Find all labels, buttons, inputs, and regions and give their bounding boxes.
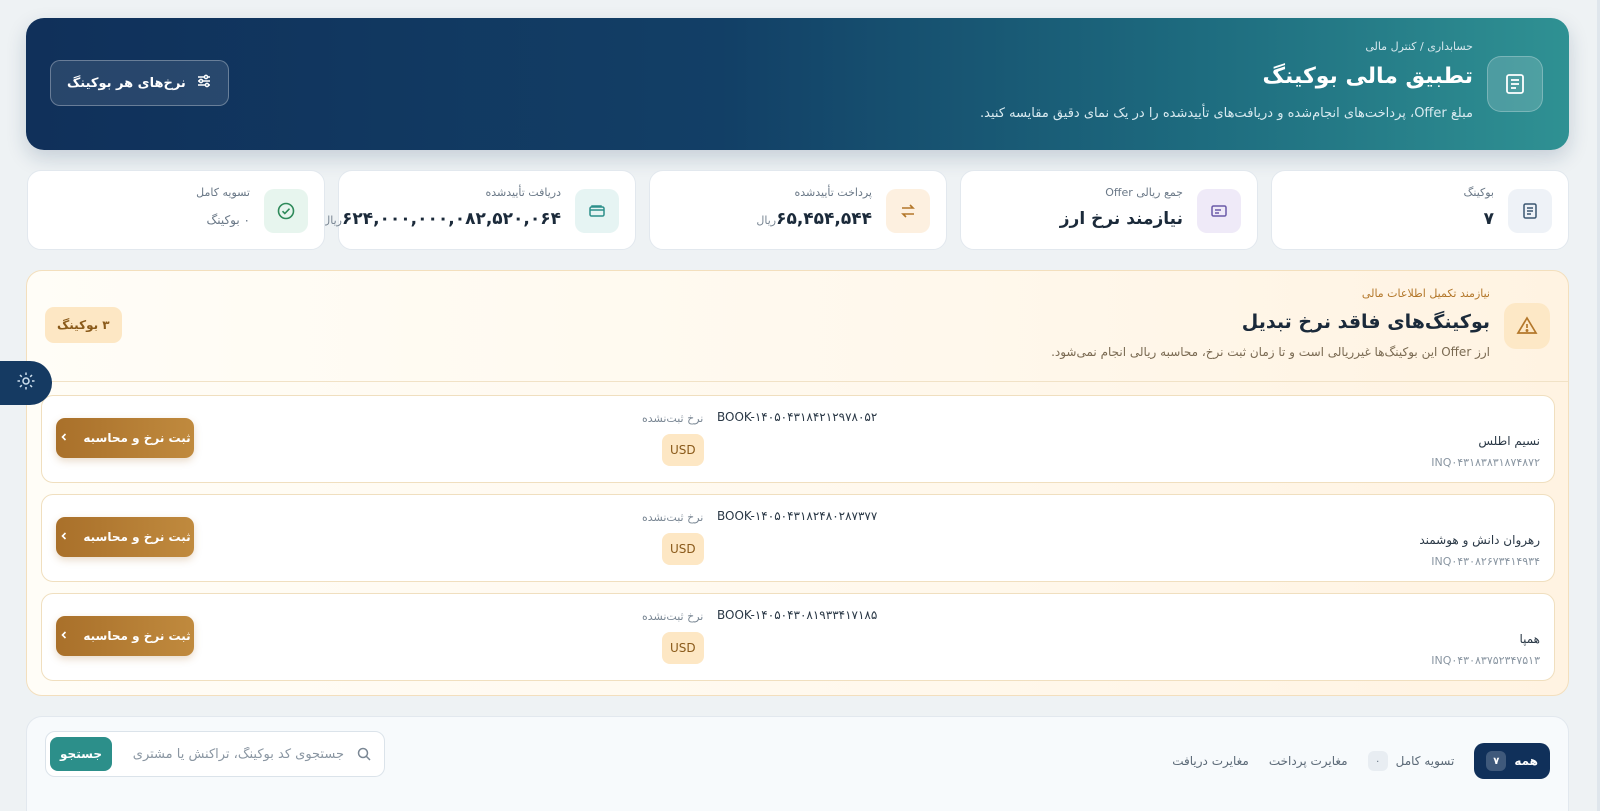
wallet-icon [575,189,619,233]
tab-receipt-mismatch[interactable]: مغایرت دریافت [1172,754,1249,768]
stat-label: پرداخت تأییدشده [794,186,872,199]
search-button[interactable]: جستجو [50,737,112,771]
inquiry-code: INQ۰۴۳۰۸۲۶۷۳۴۱۴۹۳۴ [1431,555,1540,568]
tab-label: مغایرت پرداخت [1268,754,1348,768]
rate-status: نرخ ثبت‌نشده [642,511,704,524]
missing-rate-row: رهروان دانش و هوشمند INQ۰۴۳۰۸۲۶۷۳۴۱۴۹۳۴ … [41,494,1555,582]
stat-card-offer-total: جمع ریالی Offer نیازمند نرخ ارز [960,170,1258,250]
tab-payment-mismatch[interactable]: مغایرت پرداخت [1269,754,1348,768]
card-icon [1197,189,1241,233]
rate-status: نرخ ثبت‌نشده [642,412,704,425]
tab-count: ۷ [1486,751,1507,771]
filter-tabs: همه ۷ تسویه کامل ۰ مغایرت پرداخت مغایرت … [1172,743,1550,779]
currency-badge: USD [662,533,704,565]
check-circle-icon [264,189,308,233]
stat-unit: ریال [756,214,777,227]
stat-value: نیازمند نرخ ارز [1059,209,1183,229]
booking-rates-button[interactable]: نرخ‌های هر بوکینگ [50,60,229,106]
stat-unit: ریال [322,214,342,227]
stat-amount: ۶۲۴,۰۰۰,۰۰۰,۰۸۲,۵۲۰,۰۶۴ [341,209,561,229]
chevron-left-icon [59,530,69,544]
gear-icon [15,370,37,396]
stat-amount: ۶۵,۴۵۴,۵۴۴ [776,209,872,229]
missing-rate-row: نسیم اطلس INQ۰۴۳۱۸۳۸۳۱۸۷۴۸۷۲ BOOK-۱۴۰۵۰۴… [41,395,1555,483]
stat-value: ۰ بوکینگ [206,213,250,227]
chevron-left-icon [59,431,69,445]
booking-code: BOOK-۱۴۰۵۰۴۳۱۸۲۴۸۰۲۸۷۳۷۷ [717,509,878,523]
tab-label: همه [1514,754,1538,768]
page-header: حسابداری / کنترل مالی تطبیق مالی بوکینگ … [26,18,1569,150]
register-rate-button[interactable]: ثبت نرخ و محاسبه [56,517,194,557]
search-box: جستجو [45,731,385,777]
invoice-icon [1487,56,1543,112]
stat-value: ۶۲۴,۰۰۰,۰۰۰,۰۸۲,۵۲۰,۰۶۴ریال [316,209,561,229]
search-icon [356,746,372,766]
booking-code: BOOK-۱۴۰۵۰۴۳۱۸۴۲۱۲۹۷۸۰۵۲ [717,410,878,424]
page-description: مبلغ Offer، پرداخت‌های انجام‌شده و دریاف… [979,106,1473,121]
swap-arrows-icon [886,189,930,233]
inquiry-code: INQ۰۴۳۰۸۳۷۵۲۳۴۷۵۱۳ [1431,654,1540,667]
document-icon [1508,189,1552,233]
missing-rate-row: همپا INQ۰۴۳۰۸۳۷۵۲۳۴۷۵۱۳ BOOK-۱۴۰۵۰۴۳۰۸۱۹… [41,593,1555,681]
missing-rate-panel: نیازمند تکمیل اطلاعات مالی بوکینگ‌های فا… [26,270,1569,696]
stat-card-settled: تسویه کامل ۰ بوکینگ [27,170,325,250]
warning-title: بوکینگ‌های فاقد نرخ تبدیل [1241,311,1490,333]
rate-status: نرخ ثبت‌نشده [642,610,704,623]
sliders-icon [196,73,212,93]
page-title: تطبیق مالی بوکینگ [1262,64,1473,89]
register-rate-label: ثبت نرخ و محاسبه [83,629,191,643]
customer-name: رهروان دانش و هوشمند [1419,533,1540,547]
chevron-left-icon [59,629,69,643]
tab-label: مغایرت دریافت [1172,754,1249,768]
warning-icon [1504,303,1550,349]
stat-card-bookings: بوکینگ ۷ [1271,170,1569,250]
warning-eyebrow: نیازمند تکمیل اطلاعات مالی [1361,287,1490,300]
warning-description: ارز Offer این بوکینگ‌ها غیرریالی است و ت… [1051,345,1490,359]
tab-all[interactable]: همه ۷ [1474,743,1550,779]
customer-name: همپا [1519,632,1540,646]
stat-card-payments: پرداخت تأییدشده ۶۵,۴۵۴,۵۴۴ریال [649,170,947,250]
currency-badge: USD [662,632,704,664]
register-rate-label: ثبت نرخ و محاسبه [83,431,191,445]
stat-label: دریافت تأییدشده [485,186,561,199]
stat-value: ۶۵,۴۵۴,۵۴۴ریال [750,209,872,229]
tab-count: ۰ [1367,751,1388,771]
stat-label: جمع ریالی Offer [1105,186,1183,199]
customer-name: نسیم اطلس [1478,434,1540,448]
booking-code: BOOK-۱۴۰۵۰۴۳۰۸۱۹۳۳۴۱۷۱۸۵ [717,608,878,622]
breadcrumb: حسابداری / کنترل مالی [1365,40,1473,53]
register-rate-button[interactable]: ثبت نرخ و محاسبه [56,418,194,458]
warning-count-badge: ۳ بوکینگ [45,307,122,343]
search-input[interactable] [114,740,344,768]
tab-fully-settled[interactable]: تسویه کامل ۰ [1367,751,1455,771]
stat-card-receipts: دریافت تأییدشده ۶۲۴,۰۰۰,۰۰۰,۰۸۲,۵۲۰,۰۶۴ر… [322,170,636,250]
missing-rate-header: نیازمند تکمیل اطلاعات مالی بوکینگ‌های فا… [27,271,1568,382]
currency-badge: USD [662,434,704,466]
stat-value: ۷ [1483,209,1494,229]
booking-rates-label: نرخ‌های هر بوکینگ [67,75,186,91]
register-rate-label: ثبت نرخ و محاسبه [83,530,191,544]
tab-label: تسویه کامل [1395,754,1455,768]
inquiry-code: INQ۰۴۳۱۸۳۸۳۱۸۷۴۸۷۲ [1431,456,1540,469]
settings-gear-button[interactable] [0,361,52,405]
stat-label: بوکینگ [1463,186,1494,199]
filter-toolbar: همه ۷ تسویه کامل ۰ مغایرت پرداخت مغایرت … [26,716,1569,811]
stat-label: تسویه کامل [196,186,250,199]
register-rate-button[interactable]: ثبت نرخ و محاسبه [56,616,194,656]
